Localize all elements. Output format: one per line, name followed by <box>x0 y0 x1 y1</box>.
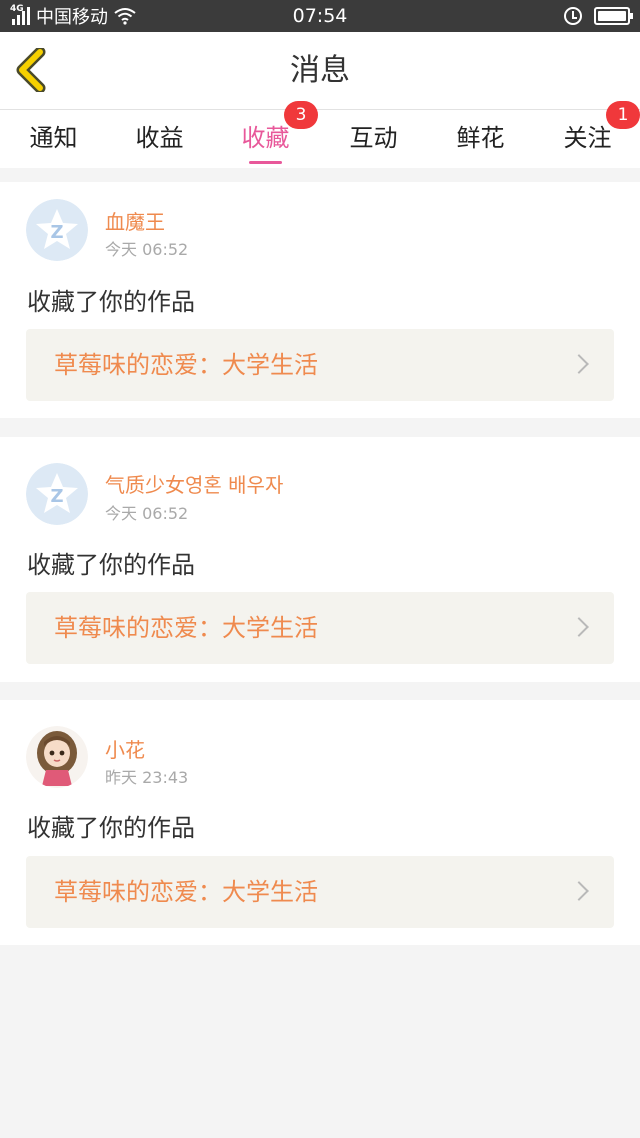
girl-avatar-image[interactable] <box>26 726 88 788</box>
message-card: Z 气质少女영혼 배우자 今天 06:52 收藏了你的作品 草莓味的恋爱：大学生… <box>0 437 640 682</box>
message-card: Z 血魔王 今天 06:52 收藏了你的作品 草莓味的恋爱：大学生活 <box>0 182 640 418</box>
chevron-right-icon <box>569 617 589 637</box>
follows-badge: 1 <box>606 101 640 129</box>
status-right <box>564 0 633 32</box>
work-title: 草莓味的恋爱：大学生活 <box>54 878 318 906</box>
status-bar: 4G 中国移动 07:54 <box>0 0 640 32</box>
tab-notifications[interactable]: 通知 <box>0 110 107 168</box>
back-button[interactable] <box>12 46 56 94</box>
app-header: 消息 <box>0 32 640 110</box>
default-avatar-icon[interactable]: Z <box>26 199 88 261</box>
work-link[interactable]: 草莓味的恋爱：大学生活 <box>26 329 614 401</box>
tab-label: 收益 <box>135 124 184 152</box>
battery-icon <box>594 7 633 25</box>
tab-earnings[interactable]: 收益 <box>106 110 213 168</box>
chevron-left-icon <box>16 46 46 94</box>
tab-favorites[interactable]: 收藏 3 <box>212 101 319 168</box>
username[interactable]: 气质少女영혼 배우자 <box>105 469 283 498</box>
message-time: 昨天 23:43 <box>105 768 189 787</box>
action-text: 收藏了你的作品 <box>27 288 195 316</box>
message-time: 今天 06:52 <box>105 240 189 259</box>
work-title: 草莓味的恋爱：大学生活 <box>54 614 318 642</box>
svg-text:Z: Z <box>50 486 63 507</box>
tab-follows[interactable]: 关注 1 <box>534 101 640 168</box>
username[interactable]: 小花 <box>105 734 145 763</box>
message-card: 小花 昨天 23:43 收藏了你的作品 草莓味的恋爱：大学生活 <box>0 700 640 945</box>
action-text: 收藏了你的作品 <box>27 814 195 842</box>
status-time: 07:54 <box>292 5 348 27</box>
tab-label: 通知 <box>29 124 78 152</box>
message-time: 今天 06:52 <box>105 504 189 523</box>
favorites-badge: 3 <box>284 101 318 129</box>
username[interactable]: 血魔王 <box>105 206 165 235</box>
work-title: 草莓味的恋爱：大学生活 <box>54 351 318 379</box>
chevron-right-icon <box>569 354 589 374</box>
chevron-right-icon <box>569 881 589 901</box>
tab-label: 互动 <box>349 124 398 152</box>
page-title: 消息 <box>290 53 350 88</box>
active-tab-indicator <box>249 161 282 164</box>
alarm-icon <box>564 7 582 25</box>
tab-flowers[interactable]: 鲜花 <box>427 110 534 168</box>
svg-text:Z: Z <box>50 222 63 243</box>
default-avatar-icon[interactable]: Z <box>26 463 88 525</box>
tab-bar: 通知 收益 收藏 3 互动 鲜花 关注 1 <box>0 101 640 168</box>
action-text: 收藏了你的作品 <box>27 551 195 579</box>
tab-label: 鲜花 <box>456 124 505 152</box>
tab-interactions[interactable]: 互动 <box>320 110 427 168</box>
work-link[interactable]: 草莓味的恋爱：大学生活 <box>26 856 614 928</box>
work-link[interactable]: 草莓味的恋爱：大学生活 <box>26 592 614 664</box>
